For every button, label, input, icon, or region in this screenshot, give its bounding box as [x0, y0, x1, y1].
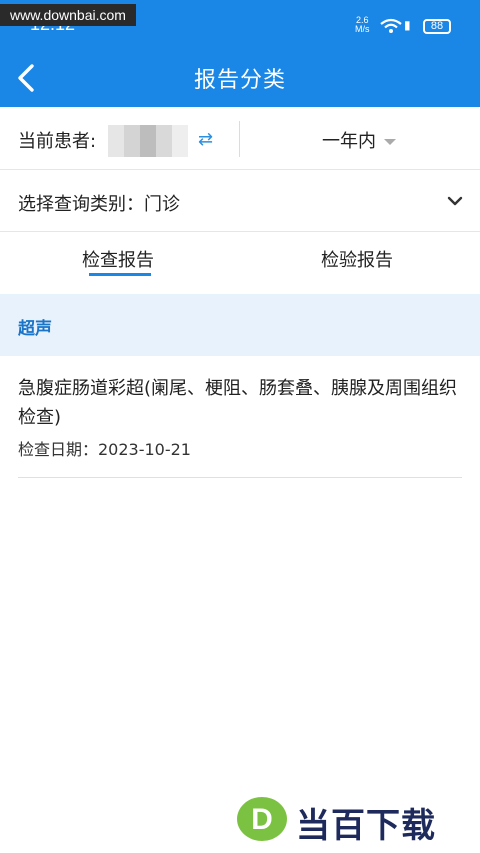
time-range-value: 一年内: [322, 131, 376, 152]
tab-lab-report[interactable]: 检验报告: [321, 246, 393, 272]
brand-name: 当百下载: [296, 806, 436, 846]
tab-inspection-report[interactable]: 检查报告: [82, 246, 154, 272]
divider: [18, 477, 462, 478]
battery-indicator: 88: [423, 19, 451, 34]
net-speed-unit: M/s: [355, 24, 370, 34]
app-header: 12:12 www.downbai.com 2.6 M/s ▮ 88 报告分类: [0, 0, 480, 107]
patient-name-redacted: [108, 125, 188, 157]
swap-arrows-icon[interactable]: ⇄: [198, 129, 213, 150]
caret-down-icon: [384, 139, 396, 145]
brand-logo-icon: D: [237, 797, 287, 841]
active-tab-indicator: [89, 273, 151, 276]
brand-watermark: D 当百下载: [236, 794, 476, 846]
report-list-item[interactable]: 急腹症肠道彩超(阑尾、梗阻、肠套叠、胰腺及周围组织检查) 检查日期：2023-1…: [18, 374, 462, 460]
section-label: 超声: [18, 319, 52, 339]
report-date: 检查日期：2023-10-21: [18, 440, 191, 459]
net-speed: 2.6 M/s: [355, 16, 370, 34]
divider: [239, 121, 240, 157]
wifi-icon: [380, 18, 402, 33]
current-patient-label: 当前患者:: [18, 131, 97, 152]
category-select[interactable]: 选择查询类别：门诊: [0, 170, 480, 232]
patient-filter-row: 当前患者: ⇄ 一年内: [0, 107, 480, 170]
report-tabs: 检查报告 检验报告: [0, 232, 480, 294]
report-title: 急腹症肠道彩超(阑尾、梗阻、肠套叠、胰腺及周围组织检查): [18, 378, 458, 428]
page-title: 报告分类: [193, 68, 286, 93]
category-label: 选择查询类别：门诊: [18, 194, 180, 215]
section-header: 超声: [0, 294, 480, 356]
chevron-down-icon: [447, 196, 463, 206]
watermark: www.downbai.com: [0, 4, 136, 26]
status-bar: 12:12 www.downbai.com 2.6 M/s ▮ 88: [0, 0, 480, 44]
vibrate-icon: ▮: [404, 18, 411, 32]
time-range-select[interactable]: 一年内: [322, 127, 396, 153]
brand-logo-letter: D: [251, 803, 273, 836]
